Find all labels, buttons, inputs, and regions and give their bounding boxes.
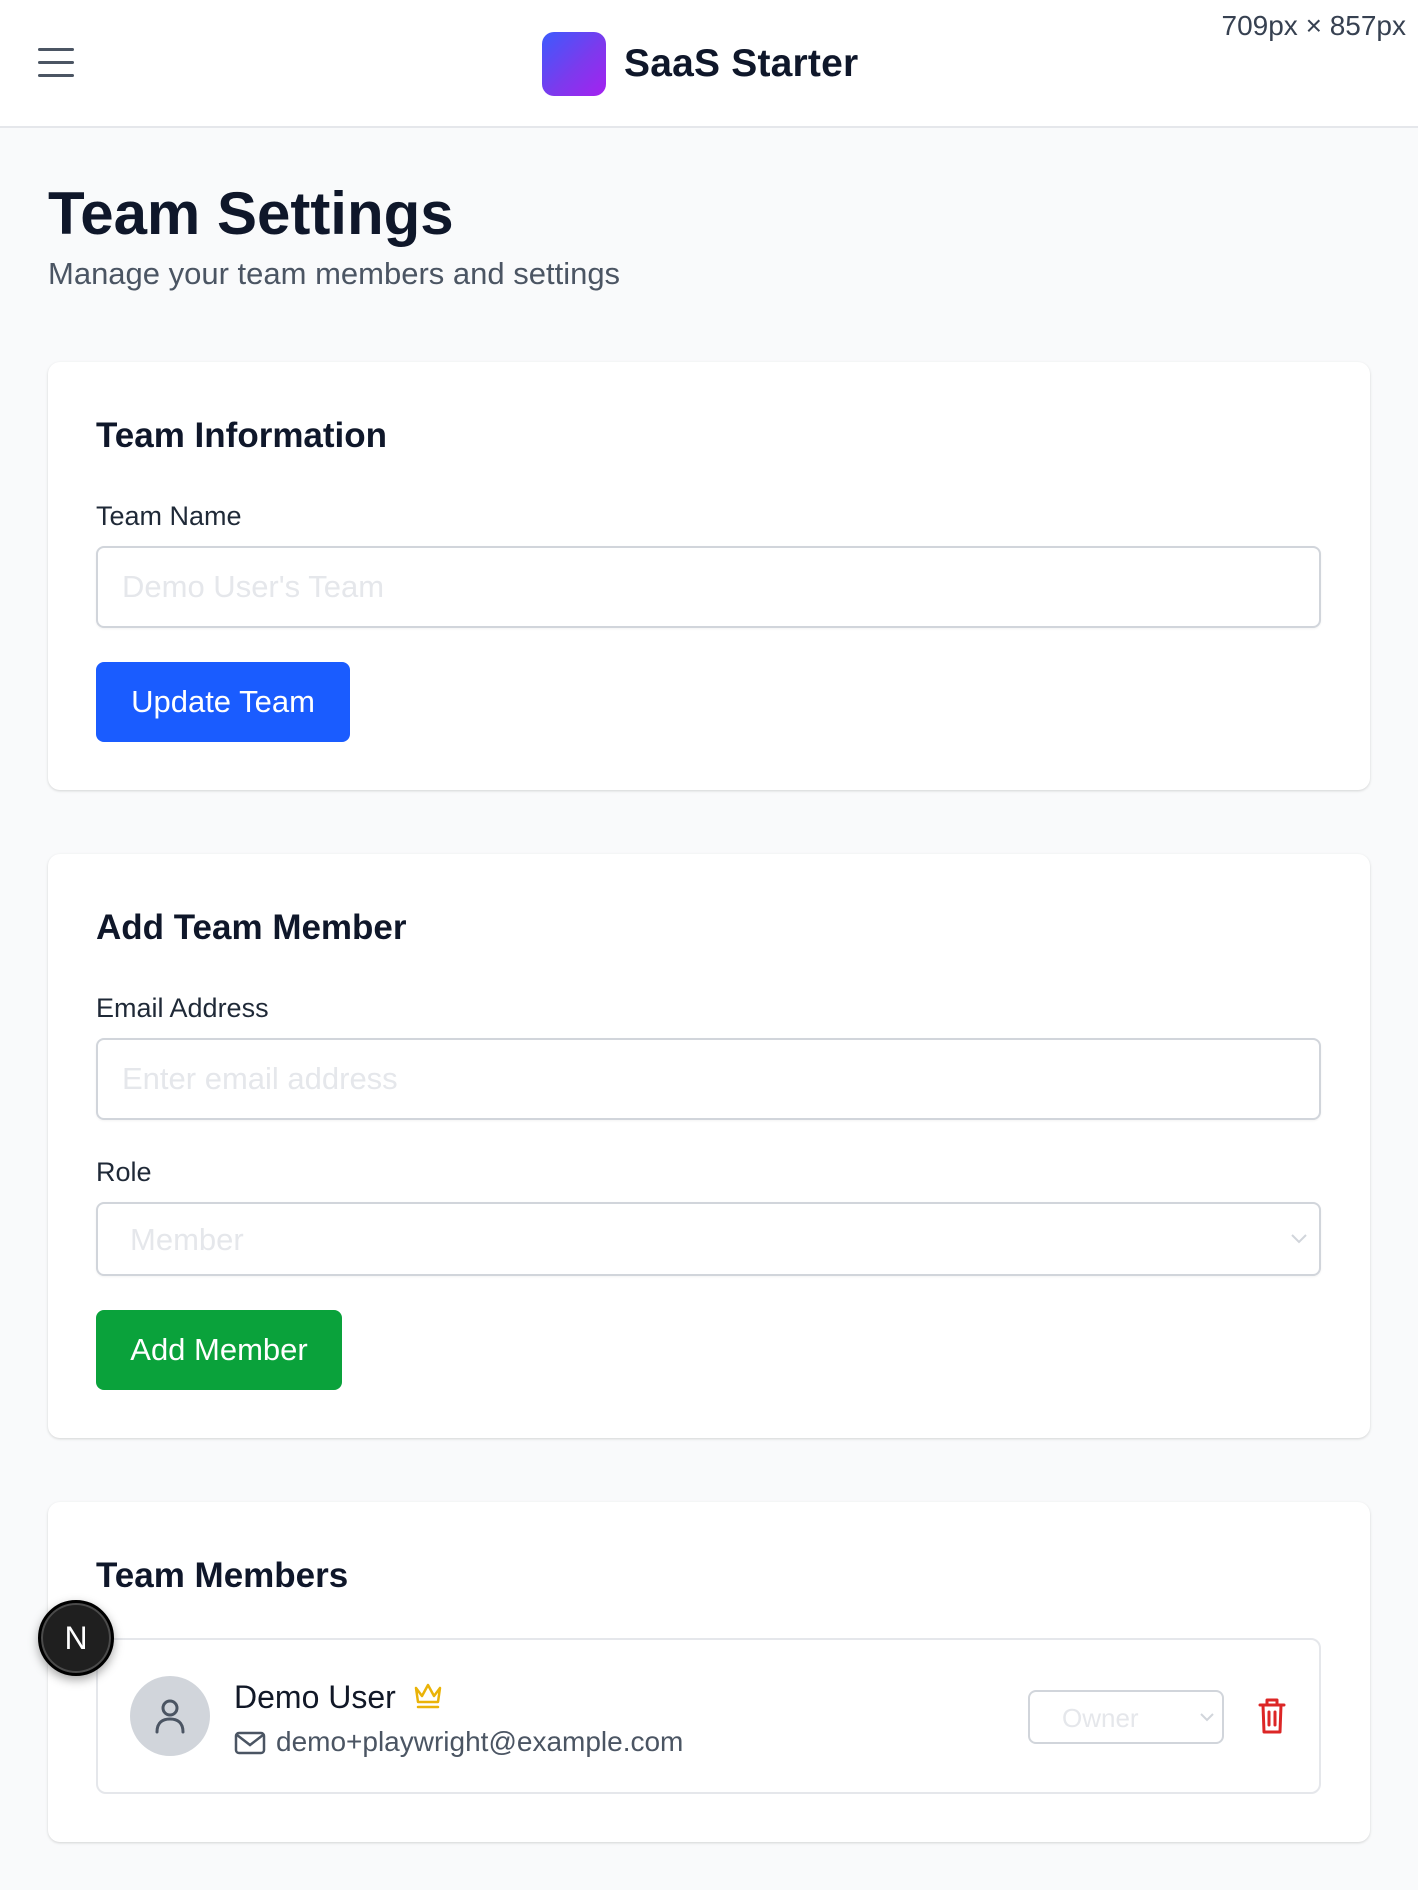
team-name-label: Team Name (96, 501, 242, 531)
viewport-size-label: 709px × 857px (1221, 10, 1407, 41)
member-email: demo+playwright@example.com (276, 1726, 684, 1757)
team-members-card: Team Members Demo User demo+playwright@e… (48, 1502, 1370, 1842)
team-information-title: Team Information (96, 416, 388, 455)
dev-indicator-label: N (64, 1619, 88, 1656)
team-information-card: Team Information Team Name Update Team (48, 362, 1370, 790)
delete-member-trash-icon[interactable] (1254, 1694, 1290, 1738)
page-subtitle: Manage your team members and settings (48, 256, 621, 291)
team-member-row: Demo User demo+playwright@example.com Ow… (96, 1638, 1321, 1794)
update-team-button[interactable]: Update Team (96, 662, 350, 742)
email-address-input[interactable] (96, 1038, 1321, 1120)
member-role-value: Owner (1062, 1703, 1139, 1733)
role-select[interactable]: Member (96, 1202, 1321, 1276)
top-navbar: SaaS Starter (0, 0, 1418, 128)
member-name: Demo User (234, 1679, 396, 1715)
mail-icon (234, 1731, 266, 1755)
role-select-value: Member (130, 1222, 244, 1257)
chevron-down-icon (1200, 1713, 1214, 1722)
app-name: SaaS Starter (624, 42, 859, 85)
user-icon (155, 1699, 185, 1734)
team-members-title: Team Members (96, 1556, 349, 1595)
add-team-member-title: Add Team Member (96, 908, 407, 947)
chevron-down-icon (1291, 1234, 1307, 1244)
brand[interactable]: SaaS Starter (542, 32, 858, 96)
role-label: Role (96, 1157, 152, 1187)
avatar (130, 1676, 210, 1756)
crown-icon (414, 1683, 442, 1709)
page-title: Team Settings (48, 180, 454, 247)
hamburger-menu-icon[interactable] (34, 44, 78, 82)
add-member-button[interactable]: Add Member (96, 1310, 342, 1390)
brand-logo-icon (542, 32, 606, 96)
add-team-member-card: Add Team Member Email Address Role Membe… (48, 854, 1370, 1438)
nextjs-dev-indicator-button[interactable]: N (38, 1600, 114, 1676)
member-role-select[interactable]: Owner (1028, 1690, 1224, 1744)
email-address-label: Email Address (96, 993, 269, 1023)
team-name-input[interactable] (96, 546, 1321, 628)
